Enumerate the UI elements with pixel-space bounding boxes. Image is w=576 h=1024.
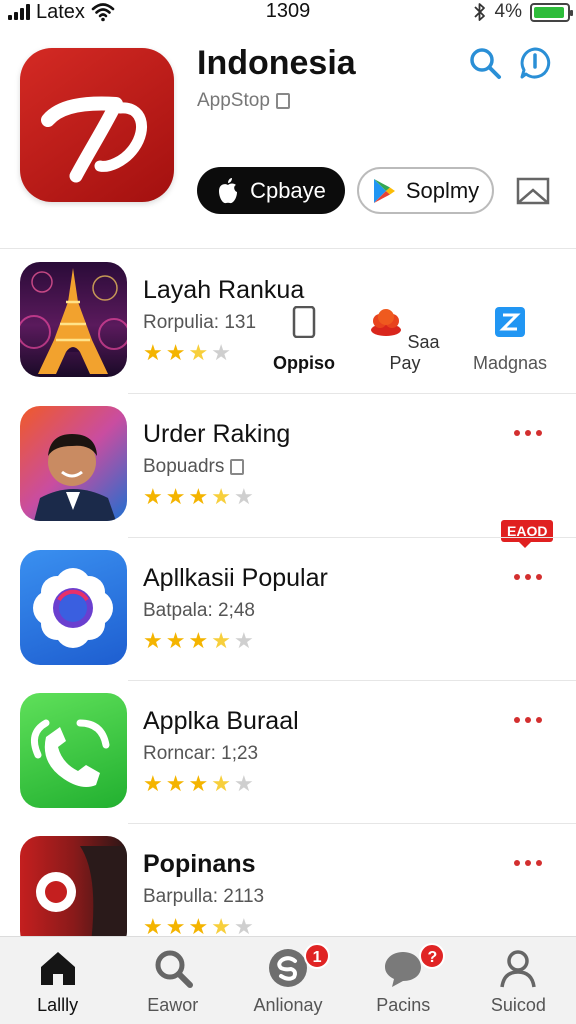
header-subtitle: AppStop [197,90,290,112]
tab-search[interactable]: Eawor [115,937,230,1024]
star-rating: ★ ★ ★ ★ ★ [143,772,254,796]
star-icon: ★ [211,628,231,653]
brand-logo-icon [41,96,147,183]
play-store-button-label: Soplmy [405,177,480,203]
play-store-icon [373,178,395,203]
tag-icon [230,459,245,475]
app-meta: Bopuadrs [143,456,245,478]
app-store-button[interactable]: Cpbaye [197,167,345,214]
play-store-button[interactable]: Soplmy [357,167,494,214]
quick-action-oppiso[interactable]: Oppiso [270,305,338,374]
subtitle-text: AppStop [197,90,270,111]
tag-icon [275,93,290,109]
quick-action-label: Oppiso [273,353,335,373]
star-icon: ★ [233,771,254,796]
home-icon [40,952,75,985]
apple-icon [219,177,238,203]
app-meta: Batpala: 2;48 [143,600,255,621]
star-icon: ★ [188,771,209,796]
tab-label: Anlionay [253,995,323,1015]
app-meta: Rorpulia: 131 [143,312,257,333]
star-icon: ★ [165,340,186,365]
phone-app-icon [20,693,127,808]
tab-label: Pacins [376,995,431,1015]
tab-label: Eawor [147,995,199,1015]
portrait-app-icon [20,406,127,521]
tab-messages[interactable]: ? Pacins [346,937,461,1024]
notification-badge: 1 [304,943,331,969]
star-icon: ★ [188,628,209,653]
star-icon: ★ [165,484,186,509]
star-icon: ★ [188,340,209,365]
info-icon[interactable] [518,46,552,80]
page-title: Indonesia [197,44,356,82]
star-rating: ★ ★ ★ ★ ★ [143,485,254,509]
more-options-icon[interactable] [514,574,542,580]
quick-action-madgnas[interactable]: Madgnas [470,306,550,374]
star-icon: ★ [143,340,163,365]
star-icon: ★ [188,484,209,509]
star-icon: ★ [165,628,186,653]
app-name: Applka Buraal [143,707,299,735]
search-icon [155,950,193,988]
cloud-pay-icon [371,309,402,336]
list-item[interactable]: Urder Raking Bopuadrs ★ ★ ★ ★ ★ [0,394,576,537]
app-name: Layah Rankua [143,276,305,304]
star-icon: ★ [233,628,254,653]
bluetooth-icon [473,3,485,21]
tab-bar: Lallly Eawor 1 Anlionay ? Pacins Suicod [0,936,576,1024]
chat-icon [385,952,422,987]
red-circle-app-icon [20,836,127,951]
app-meta-text: Bopuadrs [143,456,225,477]
list-item[interactable]: Applka Buraal Rorncar: 1;23 ★ ★ ★ ★ ★ [0,681,576,824]
status-right: 4% [473,0,573,24]
status-bar: Latex 1309 4% [0,0,576,26]
app-name: Popinans [143,850,256,878]
star-icon: ★ [165,771,186,796]
battery-fill [534,6,565,18]
battery-percent: 4% [494,1,522,22]
quick-action-label: Madgnas [472,353,548,373]
list-item[interactable]: Apllkasii Popular Batpala: 2;48 ★ ★ ★ ★ ★ [0,538,576,681]
app-meta: Barpulla: 2113 [143,886,265,907]
search-icon[interactable] [468,46,502,80]
tab-home[interactable]: Lallly [0,937,115,1024]
star-icon: ★ [211,484,231,509]
divider [0,248,576,249]
tab-updates[interactable]: 1 Anlionay [230,937,345,1024]
more-options-icon[interactable] [514,430,542,436]
star-icon: ★ [143,484,163,509]
phone-icon [292,305,316,339]
battery-icon [530,2,573,22]
app-name: Apllkasii Popular [143,564,328,592]
star-icon: ★ [143,628,163,653]
tab-label: Suicod [490,995,546,1015]
more-options-icon[interactable] [514,717,542,723]
app-meta: Rorncar: 1;23 [143,743,259,764]
star-icon: ★ [211,340,231,365]
list-item[interactable]: Layah Rankua Rorpulia: 131 ★ ★ ★ ★ EAOD Opp… [0,250,576,548]
bolt-tile-icon [495,307,525,337]
eiffel-tower-app-icon [20,262,127,377]
more-options-icon[interactable] [514,860,542,866]
featured-app-icon[interactable] [20,48,174,202]
notification-badge: ? [419,943,446,969]
star-icon: ★ [211,771,231,796]
star-rating: ★ ★ ★ ★ [143,341,231,365]
tab-profile[interactable]: Suicod [461,937,576,1024]
refresh-icon [269,949,307,987]
mail-icon[interactable] [516,177,550,205]
star-rating: ★ ★ ★ ★ ★ [143,629,254,653]
profile-icon [500,950,537,988]
quick-action-label: Saa Pay [389,332,440,373]
quick-action-saa-pay[interactable]: Saa Pay [366,306,444,374]
tab-label: Lallly [37,995,79,1015]
star-icon: ★ [143,771,163,796]
flower-app-icon [20,550,127,665]
app-store-button-label: Cpbaye [250,177,326,203]
star-icon: ★ [233,484,254,509]
app-name: Urder Raking [143,420,291,448]
